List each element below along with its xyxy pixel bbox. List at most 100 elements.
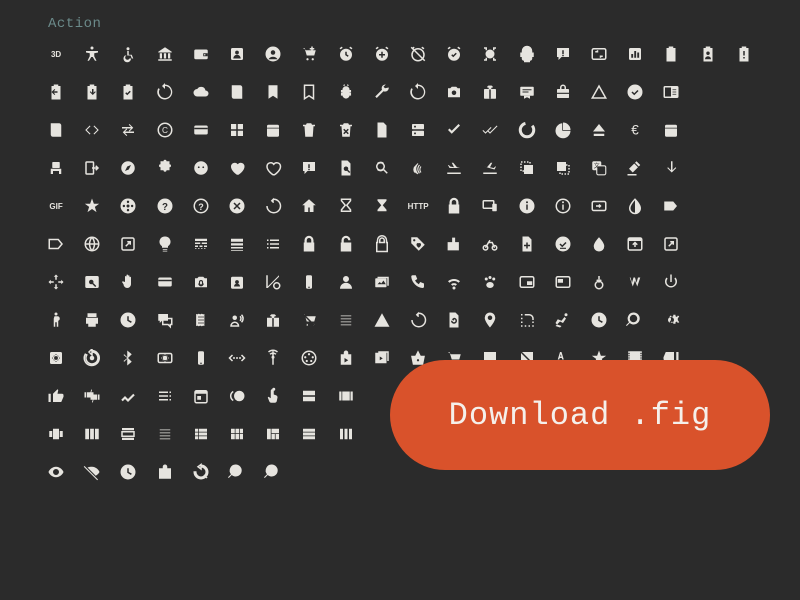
card-travel-icon (553, 82, 573, 102)
group-work-icon (118, 196, 138, 216)
dns-icon (408, 120, 428, 140)
receipt-icon (191, 310, 211, 330)
info-icon (517, 196, 537, 216)
download-fig-button[interactable]: Download .fig (390, 360, 770, 470)
code-icon (82, 120, 102, 140)
visibility-off-icon (82, 462, 102, 482)
fingerprint-icon (408, 158, 428, 178)
settings-applications-icon (46, 348, 66, 368)
empty-cell (227, 538, 247, 558)
empty-cell (734, 234, 754, 254)
bug-report-icon (336, 82, 356, 102)
search-icon (625, 310, 645, 330)
flight-land-icon (444, 158, 464, 178)
account-balance-icon (155, 44, 175, 64)
lightbulb-outline-icon (155, 234, 175, 254)
credit-card-icon (191, 120, 211, 140)
camera-enhance-icon (444, 82, 464, 102)
view-list-icon (191, 424, 211, 444)
empty-cell (408, 538, 428, 558)
empty-cell (372, 500, 392, 520)
restore-icon (408, 310, 428, 330)
favorite-icon (227, 158, 247, 178)
payment-icon (155, 272, 175, 292)
empty-cell (372, 538, 392, 558)
empty-cell (299, 500, 319, 520)
rounded-corner-icon (517, 310, 537, 330)
alarm-on-icon (444, 44, 464, 64)
aspect-ratio-icon (589, 44, 609, 64)
highlight-off-icon (227, 196, 247, 216)
pregnant-woman-icon (46, 310, 66, 330)
empty-cell (155, 538, 175, 558)
account-box-icon (227, 44, 247, 64)
toll-icon (227, 386, 247, 406)
empty-cell (734, 82, 754, 102)
query-builder-icon (118, 310, 138, 330)
open-with-icon (46, 272, 66, 292)
empty-cell (46, 538, 66, 558)
category-label: Action (48, 16, 101, 32)
all-out-icon (480, 44, 500, 64)
perm-data-setting-icon (263, 272, 283, 292)
empty-cell (82, 500, 102, 520)
settings-input-svideo-icon (299, 348, 319, 368)
assignment-ind-icon (698, 44, 718, 64)
empty-cell (698, 538, 718, 558)
shop-icon (336, 348, 356, 368)
autorenew-icon (155, 82, 175, 102)
empty-cell (734, 272, 754, 292)
add-shopping-cart-icon (299, 44, 319, 64)
card-giftcard-icon (480, 82, 500, 102)
empty-cell (82, 538, 102, 558)
pets-icon (480, 272, 500, 292)
svg-text:€: € (632, 123, 640, 138)
empty-cell (698, 500, 718, 520)
settings-input-antenna-icon (263, 348, 283, 368)
svg-text:?: ? (162, 202, 168, 213)
invert-colors-icon (625, 196, 645, 216)
event-icon (661, 120, 681, 140)
empty-cell (553, 538, 573, 558)
perm-scan-wifi-icon (444, 272, 464, 292)
empty-cell (444, 500, 464, 520)
build-icon (372, 82, 392, 102)
line-weight-icon (227, 234, 247, 254)
info-outline-icon (553, 196, 573, 216)
compare-arrows-icon (118, 120, 138, 140)
restore-page-icon (444, 310, 464, 330)
flip-to-front-icon (553, 158, 573, 178)
empty-cell (625, 500, 645, 520)
done-icon (444, 120, 464, 140)
bookmark-border-icon (299, 82, 319, 102)
find-replace-icon (372, 158, 392, 178)
empty-cell (553, 500, 573, 520)
empty-cell (336, 462, 356, 482)
visibility-icon (46, 462, 66, 482)
view-column-icon (82, 424, 102, 444)
empty-cell (661, 538, 681, 558)
note-add-icon (517, 234, 537, 254)
empty-cell (299, 462, 319, 482)
empty-cell (480, 500, 500, 520)
alarm-off-icon (408, 44, 428, 64)
empty-cell (155, 500, 175, 520)
class-icon (46, 120, 66, 140)
extension-icon (155, 158, 175, 178)
empty-cell (734, 538, 754, 558)
empty-cell (118, 538, 138, 558)
delete-forever-icon (336, 120, 356, 140)
chrome-reader-mode-icon (661, 82, 681, 102)
empty-cell (698, 158, 718, 178)
cached-icon (408, 82, 428, 102)
work-icon (155, 462, 175, 482)
watch-later-icon (118, 462, 138, 482)
thumbs-up-down-icon (82, 386, 102, 406)
empty-cell (263, 538, 283, 558)
pageview-icon (82, 272, 102, 292)
play-for-work-icon (589, 272, 609, 292)
open-in-browser-icon (625, 234, 645, 254)
empty-cell (480, 538, 500, 558)
card-membership-icon (517, 82, 537, 102)
empty-cell (191, 538, 211, 558)
